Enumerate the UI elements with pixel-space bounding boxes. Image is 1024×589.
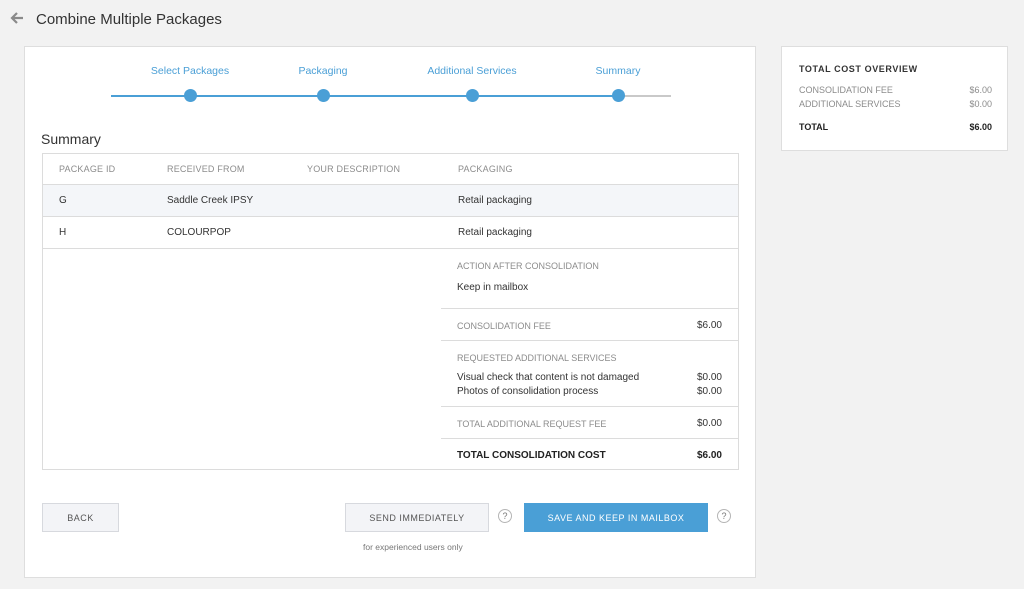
total-cost-row: TOTAL CONSOLIDATION COST $6.00 <box>441 439 738 471</box>
overview-consolidation-label: CONSOLIDATION FEE <box>799 85 893 95</box>
action-value: Keep in mailbox <box>457 282 529 293</box>
step-dot <box>184 89 197 102</box>
help-icon[interactable]: ? <box>498 509 512 523</box>
step-label: Additional Services <box>427 65 517 77</box>
table-header: PACKAGE ID RECEIVED FROM YOUR DESCRIPTIO… <box>43 154 738 185</box>
progress-stepper: Select Packages Packaging Additional Ser… <box>111 65 671 105</box>
total-additional-label: TOTAL ADDITIONAL REQUEST FEE <box>457 419 607 429</box>
service-name: Photos of consolidation process <box>457 386 599 397</box>
total-additional-row: TOTAL ADDITIONAL REQUEST FEE $0.00 <box>441 407 738 439</box>
table-row: H COLOURPOP Retail packaging <box>43 217 738 249</box>
step-label: Select Packages <box>150 65 230 77</box>
consolidation-fee-amount: $6.00 <box>696 320 722 331</box>
column-header: RECEIVED FROM <box>167 164 245 174</box>
page-title: Combine Multiple Packages <box>36 10 222 28</box>
total-cost-label: TOTAL CONSOLIDATION COST <box>457 450 606 461</box>
cost-breakdown: ACTION AFTER CONSOLIDATION Keep in mailb… <box>441 250 738 471</box>
column-header: PACKAGING <box>458 164 513 174</box>
overview-consolidation-amount: $6.00 <box>969 85 992 95</box>
step-packaging[interactable]: Packaging <box>263 65 383 102</box>
experienced-users-note: for experienced users only <box>363 542 463 552</box>
package-id: H <box>59 227 67 238</box>
packaging: Retail packaging <box>458 227 532 238</box>
packaging: Retail packaging <box>458 195 532 206</box>
step-label: Summary <box>595 65 641 77</box>
overview-total-label: TOTAL <box>799 122 829 132</box>
step-label: Packaging <box>298 65 348 77</box>
total-additional-amount: $0.00 <box>696 418 722 429</box>
page-header: Combine Multiple Packages <box>10 9 222 29</box>
action-label: ACTION AFTER CONSOLIDATION <box>457 261 599 271</box>
service-name: Visual check that content is not damaged <box>457 372 640 383</box>
overview-additional-row: ADDITIONAL SERVICES $0.00 <box>799 99 992 109</box>
consolidation-fee-label: CONSOLIDATION FEE <box>457 321 551 331</box>
send-immediately-button[interactable]: SEND IMMEDIATELY <box>345 503 489 532</box>
step-dot <box>612 89 625 102</box>
table-row: G Saddle Creek IPSY Retail packaging <box>43 185 738 217</box>
service-price: $0.00 <box>696 386 722 397</box>
received-from: Saddle Creek IPSY <box>167 195 254 206</box>
column-header: PACKAGE ID <box>59 164 116 174</box>
overview-additional-amount: $0.00 <box>969 99 992 109</box>
summary-table: PACKAGE ID RECEIVED FROM YOUR DESCRIPTIO… <box>42 153 739 470</box>
overview-consolidation-row: CONSOLIDATION FEE $6.00 <box>799 85 992 95</box>
stepper-remaining-line <box>623 95 671 97</box>
overview-total-amount: $6.00 <box>969 122 992 132</box>
step-select-packages[interactable]: Select Packages <box>130 65 250 102</box>
overview-additional-label: ADDITIONAL SERVICES <box>799 99 901 109</box>
arrow-left-icon[interactable] <box>10 11 26 27</box>
consolidation-fee-row: CONSOLIDATION FEE $6.00 <box>441 309 738 341</box>
step-summary: Summary <box>558 65 678 102</box>
action-after-consolidation: ACTION AFTER CONSOLIDATION Keep in mailb… <box>441 250 738 309</box>
total-cost-overview: TOTAL COST OVERVIEW CONSOLIDATION FEE $6… <box>781 46 1008 151</box>
consolidation-card: Select Packages Packaging Additional Ser… <box>24 46 756 578</box>
service-price: $0.00 <box>696 372 722 383</box>
step-dot <box>317 89 330 102</box>
help-icon[interactable]: ? <box>717 509 731 523</box>
received-from: COLOURPOP <box>167 227 231 238</box>
save-and-keep-button[interactable]: SAVE AND KEEP IN MAILBOX <box>524 503 708 532</box>
step-dot <box>466 89 479 102</box>
package-id: G <box>59 195 67 206</box>
step-additional-services[interactable]: Additional Services <box>412 65 532 102</box>
overview-title: TOTAL COST OVERVIEW <box>799 64 918 74</box>
total-cost-amount: $6.00 <box>696 450 722 461</box>
overview-total-row: TOTAL $6.00 <box>799 122 992 132</box>
requested-services-label: REQUESTED ADDITIONAL SERVICES <box>457 353 617 363</box>
section-title: Summary <box>41 131 101 147</box>
column-header: YOUR DESCRIPTION <box>307 164 401 174</box>
requested-services: REQUESTED ADDITIONAL SERVICES Visual che… <box>441 341 738 407</box>
back-button[interactable]: BACK <box>42 503 119 532</box>
